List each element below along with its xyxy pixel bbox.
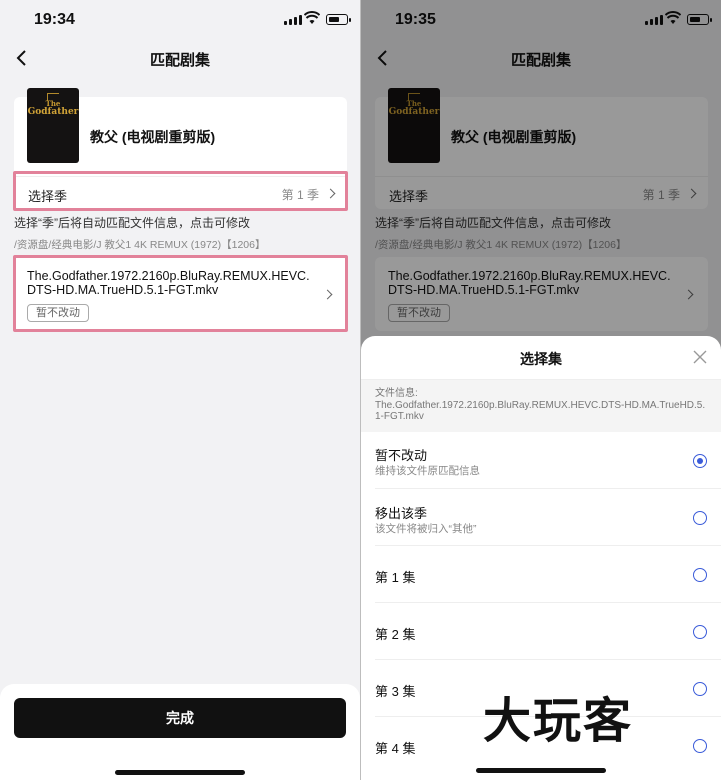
file-item[interactable]: The.Godfather.1972.2160p.BluRay.REMUX.HE… [14,257,347,331]
file-info: 文件信息: The.Godfather.1972.2160p.BluRay.RE… [361,380,721,432]
left-screen: 19:34 匹配剧集 The Godfather 教父 (电视剧重剪版) 选择季… [0,0,360,780]
movie-title: 教父 (电视剧重剪版) [90,129,216,145]
option-title: 暂不改动 [375,448,428,463]
episode-picker-sheet: 选择集 文件信息: The.Godfather.1972.2160p.BluRa… [361,336,721,780]
radio-icon[interactable] [693,682,707,696]
close-icon[interactable] [693,350,707,364]
watermark: 大玩客 [483,693,634,749]
option-remove[interactable]: 移出该季 该文件将被归入“其他” [375,489,721,546]
status-badge: 暂不改动 [27,304,89,322]
battery-icon [326,14,351,25]
sheet-header: 选择集 [361,336,721,380]
option-title: 第 3 集 [375,684,416,699]
bottom-bar: 完成 [0,684,360,780]
movie-card: The Godfather 教父 (电视剧重剪版) 选择季 第 1 季 [14,88,347,209]
signal-icon [284,15,302,25]
hint-text: 选择“季”后将自动匹配文件信息，点击可修改 [14,216,250,230]
option-episode-2[interactable]: 第 2 集 [375,603,721,660]
poster-image: The Godfather [27,88,79,163]
status-time: 19:34 [34,11,75,28]
option-title: 移出该季 [375,506,428,521]
season-label: 选择季 [28,189,68,204]
file-info-value: The.Godfather.1972.2160p.BluRay.REMUX.HE… [375,399,706,423]
file-name: The.Godfather.1972.2160p.BluRay.REMUX.HE… [27,269,310,297]
home-indicator [476,768,606,773]
option-episode-1[interactable]: 第 1 集 [375,546,721,603]
file-path: /资源盘/经典电影/J 教父1 4K REMUX (1972)【1206】 [14,239,266,251]
wifi-icon [304,11,320,24]
option-title: 第 2 集 [375,627,416,642]
done-button[interactable]: 完成 [14,698,346,738]
file-info-label: 文件信息: [375,388,418,399]
chevron-right-icon [322,289,333,300]
option-keep[interactable]: 暂不改动 维持该文件原匹配信息 [375,432,721,489]
right-screen: 19:35 匹配剧集 The Godfather 教父 (电视剧重剪版) 选择季… [361,0,721,780]
option-subtitle: 该文件将被归入“其他” [375,523,477,535]
radio-icon[interactable] [693,739,707,753]
chevron-right-icon [325,188,336,199]
option-title: 第 4 集 [375,741,416,756]
status-bar: 19:34 [0,0,360,40]
page-title: 匹配剧集 [149,52,210,69]
season-selector[interactable]: 选择季 第 1 季 [14,176,347,209]
option-title: 第 1 集 [375,570,416,585]
radio-selected-icon[interactable] [693,454,707,468]
nav-bar: 匹配剧集 [0,40,360,78]
option-subtitle: 维持该文件原匹配信息 [375,465,480,477]
radio-icon[interactable] [693,625,707,639]
poster-line-2: Godfather [27,107,79,117]
home-indicator [115,770,245,775]
radio-icon[interactable] [693,568,707,582]
sheet-title: 选择集 [520,351,562,367]
radio-icon[interactable] [693,511,707,525]
season-value: 第 1 季 [281,188,319,202]
